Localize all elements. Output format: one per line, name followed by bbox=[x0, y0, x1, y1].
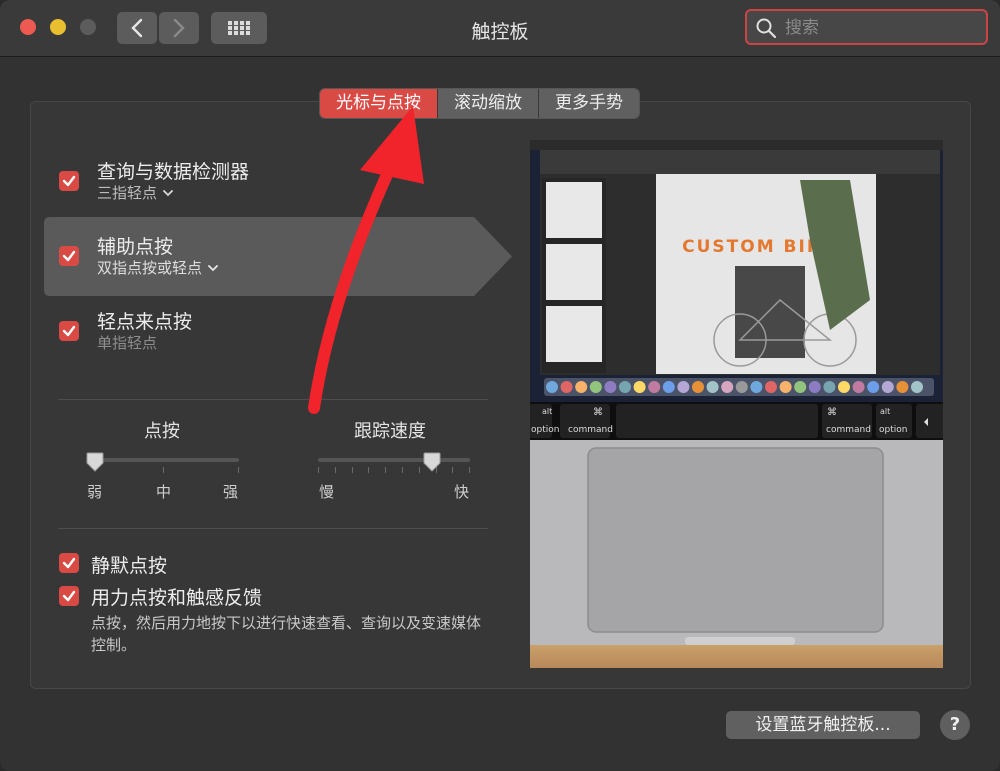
slider-tick bbox=[402, 467, 403, 473]
divider bbox=[58, 528, 488, 529]
click-slider-track[interactable] bbox=[87, 458, 239, 462]
search-box[interactable] bbox=[745, 9, 988, 45]
checkmark-icon bbox=[62, 325, 76, 337]
preview-illustration: CUSTOM BIKES alt option ⌘ command ⌘ comm… bbox=[530, 140, 943, 668]
dock-app-icon bbox=[648, 381, 661, 393]
search-input[interactable] bbox=[783, 15, 982, 41]
secondary-click-checkbox[interactable] bbox=[59, 246, 79, 266]
dock-app-icon bbox=[735, 381, 748, 393]
dock-app-icon bbox=[546, 381, 558, 393]
tab-bar: 光标与点按 滚动缩放 更多手势 bbox=[319, 88, 640, 119]
checkmark-icon bbox=[62, 590, 76, 602]
silent-click-checkbox[interactable] bbox=[59, 553, 79, 573]
dock-app-icon bbox=[867, 381, 880, 393]
dock-app-icon bbox=[560, 381, 573, 393]
key-alt-left: alt bbox=[542, 407, 552, 416]
slider-tick bbox=[351, 467, 353, 473]
slider-tick bbox=[318, 467, 319, 473]
dock-app-icon bbox=[808, 381, 821, 393]
dock-app-icon bbox=[823, 381, 836, 393]
tracking-slider-label: 跟踪速度 bbox=[354, 421, 426, 442]
tracking-max-label: 快 bbox=[454, 483, 470, 501]
option-subtitle-dropdown[interactable]: 三指轻点 bbox=[97, 182, 173, 203]
dock-app-icon bbox=[794, 381, 807, 393]
dock-app-icon bbox=[706, 381, 719, 393]
dock-app-icon bbox=[779, 381, 792, 393]
setup-bluetooth-trackpad-button[interactable]: 设置蓝牙触控板... bbox=[726, 711, 920, 739]
option-subtitle: 三指轻点 bbox=[97, 184, 158, 202]
dock-app-icon bbox=[677, 381, 690, 393]
force-click-description: 点按，然后用力地按下以进行快速查看、查询以及变速媒体控制。 bbox=[91, 614, 482, 654]
dock-app-icon bbox=[721, 381, 734, 393]
silent-click-label: 静默点按 bbox=[91, 555, 168, 577]
key-option-left: option bbox=[531, 425, 559, 435]
force-click-label: 用力点按和触感反馈 bbox=[91, 587, 263, 609]
dock-app-icon bbox=[619, 381, 631, 393]
dock-app-icon bbox=[911, 381, 923, 393]
slider-tick bbox=[452, 467, 454, 473]
option-title: 辅助点按 bbox=[97, 236, 174, 258]
click-max-label: 强 bbox=[223, 483, 239, 501]
tab-scroll-zoom[interactable]: 滚动缩放 bbox=[438, 89, 539, 118]
tracking-slider-thumb[interactable] bbox=[423, 452, 441, 472]
tab-point-and-click[interactable]: 光标与点按 bbox=[320, 89, 438, 118]
key-option-right: option bbox=[879, 425, 907, 435]
tracking-min-label: 慢 bbox=[319, 483, 335, 501]
slider-tick bbox=[238, 467, 239, 473]
dock-app-icon bbox=[604, 381, 617, 393]
key-command-right: command bbox=[826, 425, 871, 435]
slider-tick bbox=[163, 467, 164, 473]
key-cmd-symbol-left: ⌘ bbox=[593, 407, 603, 418]
dock-app-icon bbox=[589, 381, 602, 393]
help-button[interactable]: ? bbox=[940, 710, 970, 740]
option-subtitle: 单指轻点 bbox=[97, 334, 158, 352]
checkmark-icon bbox=[62, 175, 76, 187]
click-slider-label: 点按 bbox=[144, 421, 180, 442]
chevron-down-icon bbox=[208, 264, 218, 271]
force-click-checkbox[interactable] bbox=[59, 586, 79, 606]
dock-app-icon bbox=[633, 381, 646, 393]
click-min-label: 弱 bbox=[87, 483, 103, 501]
key-cmd-symbol-right: ⌘ bbox=[827, 407, 837, 418]
dock-app-icon bbox=[692, 381, 704, 393]
key-command-left: command bbox=[568, 425, 613, 435]
option-subtitle: 双指点按或轻点 bbox=[97, 259, 203, 277]
option-title: 查询与数据检测器 bbox=[97, 161, 250, 183]
checkmark-icon bbox=[62, 557, 76, 569]
dock-app-icon bbox=[575, 381, 588, 393]
dock-app-icon bbox=[896, 381, 909, 393]
option-title: 轻点来点按 bbox=[97, 311, 193, 333]
chevron-down-icon bbox=[163, 189, 173, 196]
search-icon bbox=[756, 18, 777, 39]
lookup-checkbox[interactable] bbox=[59, 171, 79, 191]
option-subtitle-dropdown[interactable]: 双指点按或轻点 bbox=[97, 257, 218, 278]
checkmark-icon bbox=[62, 250, 76, 262]
slider-tick bbox=[469, 467, 471, 473]
key-alt-right: alt bbox=[880, 407, 890, 416]
dock-app-icon bbox=[838, 381, 850, 393]
title-bar: 触控板 bbox=[0, 0, 1000, 57]
tracking-slider-track[interactable] bbox=[318, 458, 470, 462]
tab-more-gestures[interactable]: 更多手势 bbox=[539, 89, 639, 118]
dock-app-icon bbox=[852, 381, 865, 393]
slider-tick bbox=[418, 467, 420, 473]
slider-tick bbox=[368, 467, 370, 473]
dock-app-icon bbox=[750, 381, 763, 393]
dock-app-icon bbox=[662, 381, 675, 393]
slider-tick bbox=[334, 467, 336, 473]
gesture-preview-video: CUSTOM BIKES alt option ⌘ command ⌘ comm… bbox=[530, 140, 943, 668]
dock-app-icon bbox=[765, 381, 777, 393]
preferences-window: 触控板 光标与点按 滚动缩放 更多手势 查询与数据检测器 三指轻点 辅助点按 双… bbox=[0, 0, 1000, 771]
click-slider-thumb[interactable] bbox=[86, 452, 104, 472]
dock-app-icon bbox=[881, 381, 894, 393]
tap-to-click-checkbox[interactable] bbox=[59, 321, 79, 341]
click-mid-label: 中 bbox=[156, 483, 172, 501]
slider-tick bbox=[385, 467, 387, 473]
divider bbox=[58, 399, 488, 400]
